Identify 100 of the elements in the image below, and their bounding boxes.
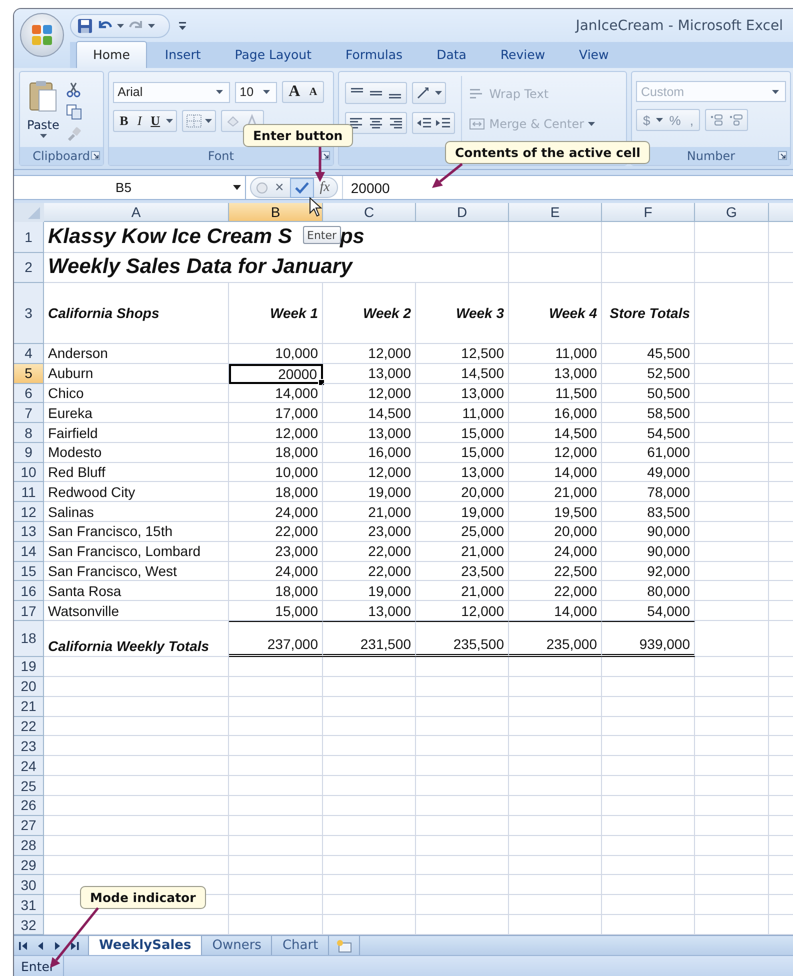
table-cell: 13,000 — [416, 384, 509, 404]
table-cell: 50,500 — [602, 384, 695, 404]
increase-indent-icon[interactable] — [435, 116, 452, 130]
row-header[interactable]: 7 — [14, 403, 44, 424]
table-cell: Fairfield — [44, 423, 229, 443]
insert-function-button[interactable]: fx — [316, 178, 333, 198]
row-header[interactable]: 10 — [14, 462, 44, 482]
fill-color-icon[interactable] — [225, 114, 242, 128]
table-cell: Weekly Sales Data for January — [44, 252, 509, 283]
font-size-field[interactable]: 10 — [234, 82, 277, 102]
row-header[interactable]: 24 — [14, 756, 44, 776]
caret-icon[interactable] — [205, 119, 212, 123]
row-header[interactable]: 12 — [14, 502, 44, 522]
caret-icon[interactable] — [166, 119, 174, 123]
dialog-launcher-icon[interactable] — [778, 151, 788, 160]
row-header[interactable]: 25 — [14, 776, 44, 796]
table-cell: 231,500 — [323, 620, 416, 657]
row-header[interactable]: 13 — [14, 522, 44, 542]
table-cell: 80,000 — [602, 581, 695, 602]
table-cell: 18,000 — [229, 581, 323, 602]
table-cell: 18,000 — [229, 442, 323, 463]
row-header[interactable]: 28 — [14, 836, 44, 856]
table-cell: 24,000 — [509, 542, 602, 562]
borders-icon[interactable] — [186, 114, 202, 128]
dialog-launcher-icon[interactable] — [321, 151, 330, 160]
row-header[interactable]: 9 — [14, 442, 44, 463]
row-header[interactable]: 16 — [14, 581, 44, 602]
column-header[interactable]: D — [416, 203, 509, 222]
copy-icon[interactable] — [66, 104, 82, 120]
italic-button[interactable]: I — [134, 113, 145, 129]
row-header[interactable]: 17 — [14, 601, 44, 621]
bold-button[interactable]: B — [116, 113, 132, 129]
caret-icon[interactable] — [117, 24, 124, 28]
ribbon-tab[interactable]: Page Layout — [218, 42, 328, 68]
table-cell: 21,000 — [416, 581, 509, 602]
row-header[interactable]: 5 — [14, 364, 44, 384]
row-header[interactable]: 4 — [14, 344, 44, 364]
table-cell: 83,500 — [602, 502, 695, 522]
row-header[interactable]: 8 — [14, 423, 44, 443]
row-header[interactable]: 26 — [14, 796, 44, 816]
column-header[interactable]: E — [509, 203, 602, 222]
caret-icon — [40, 134, 47, 138]
table-cell: 90,000 — [602, 542, 695, 562]
decrease-indent-icon[interactable] — [416, 116, 432, 130]
dialog-launcher-icon[interactable] — [90, 151, 100, 160]
save-icon[interactable] — [77, 18, 93, 34]
row-header[interactable]: 18 — [14, 620, 44, 657]
row-header[interactable]: 29 — [14, 856, 44, 876]
table-cell: 15,000 — [416, 423, 509, 443]
row-header[interactable]: 14 — [14, 542, 44, 562]
row-header[interactable]: 27 — [14, 816, 44, 836]
callout-arrow — [50, 907, 99, 968]
row-header[interactable]: 23 — [14, 736, 44, 756]
row-header[interactable]: 21 — [14, 696, 44, 717]
table-cell: 21,000 — [323, 502, 416, 522]
merge-cells-icon — [469, 117, 486, 131]
last-sheet-icon[interactable] — [69, 940, 80, 952]
caret-icon[interactable] — [656, 118, 664, 122]
caret-icon[interactable] — [148, 24, 155, 28]
align-text-right-icon[interactable] — [387, 116, 404, 130]
first-sheet-icon[interactable] — [18, 940, 29, 952]
row-header[interactable]: 22 — [14, 716, 44, 736]
table-cell: 20000 — [229, 364, 323, 384]
row-header[interactable]: 1 — [14, 222, 44, 252]
row-header[interactable]: 11 — [14, 482, 44, 502]
title-text: ps — [340, 224, 364, 249]
row-header[interactable]: 19 — [14, 656, 44, 677]
row-header[interactable]: 30 — [14, 875, 44, 896]
ribbon-tab[interactable]: Insert — [148, 42, 217, 68]
scissors-icon[interactable] — [66, 82, 82, 98]
name-box[interactable]: B5 — [14, 176, 246, 199]
ribbon-tab[interactable]: Formulas — [330, 42, 419, 68]
row-header[interactable]: 15 — [14, 562, 44, 582]
caret-icon[interactable] — [435, 91, 442, 95]
enter-button[interactable] — [290, 178, 314, 198]
column-header[interactable]: G — [695, 203, 769, 222]
row-header[interactable]: 20 — [14, 676, 44, 697]
column-header[interactable]: C — [323, 203, 416, 222]
row-header[interactable]: 6 — [14, 384, 44, 404]
shrink-font-button[interactable]: A — [306, 86, 320, 98]
row-header[interactable]: 2 — [14, 252, 44, 283]
ribbon-tab[interactable]: View — [563, 42, 625, 68]
ribbon-tab[interactable]: Data — [420, 42, 482, 68]
cancel-button[interactable]: × — [272, 178, 287, 198]
customize-toolbar-icon[interactable] — [178, 20, 187, 30]
paste-button[interactable]: Paste — [24, 76, 62, 145]
font-name-field[interactable]: Arial — [112, 82, 230, 102]
row-header[interactable]: 31 — [14, 895, 44, 916]
row-header[interactable]: 3 — [14, 283, 44, 344]
ribbon-tab[interactable]: Review — [484, 42, 562, 68]
column-header[interactable]: F — [602, 203, 695, 222]
row-header[interactable]: 32 — [14, 915, 44, 935]
table-cell: Week 1 — [229, 283, 323, 344]
grow-font-button[interactable]: A — [286, 83, 304, 101]
center-text-icon[interactable] — [368, 116, 384, 130]
underline-button[interactable]: U — [148, 113, 164, 129]
sheet-tab[interactable]: WeeklySales — [88, 936, 202, 955]
office-button[interactable] — [20, 12, 64, 56]
ribbon-tab[interactable]: Home — [76, 41, 147, 68]
column-header[interactable]: A — [44, 203, 229, 222]
